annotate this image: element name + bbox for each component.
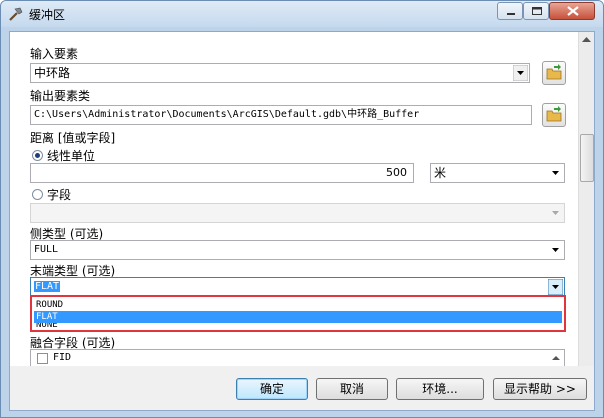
vertical-scrollbar[interactable]	[578, 32, 594, 366]
distance-unit-value: 米	[434, 166, 447, 180]
input-features-value: 中环路	[34, 66, 71, 80]
minimize-icon	[507, 13, 515, 15]
linear-distance-input[interactable]: 500	[30, 163, 414, 183]
linear-distance-value: 500	[386, 166, 407, 179]
input-features-combo[interactable]: 中环路	[30, 63, 530, 83]
chevron-up-icon[interactable]	[550, 352, 562, 364]
linear-unit-label: 线性单位	[47, 149, 96, 163]
end-type-dropdown-list: ROUND FLAT NONE	[30, 295, 566, 332]
folder-icon	[546, 106, 562, 122]
maximize-button[interactable]	[523, 2, 549, 20]
browse-input-button[interactable]	[542, 61, 566, 85]
scroll-thumb[interactable]	[580, 134, 594, 182]
distance-field-combo[interactable]	[30, 203, 565, 223]
browse-output-button[interactable]	[542, 103, 566, 127]
maximize-icon	[532, 7, 542, 15]
buffer-dialog-window: 缓冲区 输入要素 中环路 输出要素类 C:\Users\Administrato…	[0, 0, 604, 418]
distance-label: 距离 [值或字段]	[30, 131, 116, 145]
fid-checkbox[interactable]	[37, 353, 48, 364]
field-label: 字段	[47, 188, 72, 202]
output-feature-class-label: 输出要素类	[30, 89, 91, 103]
close-button[interactable]	[549, 2, 595, 20]
close-icon	[567, 6, 579, 16]
parameters-panel: 输入要素 中环路 输出要素类 C:\Users\Administrator\Do…	[10, 32, 578, 366]
field-radio[interactable]	[32, 189, 43, 200]
chevron-down-icon[interactable]	[513, 65, 528, 81]
output-feature-class-value: C:\Users\Administrator\Documents\ArcGIS\…	[34, 109, 420, 120]
window-title: 缓冲区	[29, 8, 66, 22]
linear-unit-radio[interactable]	[32, 150, 43, 161]
dissolve-field-item: FID	[53, 352, 72, 363]
folder-icon	[546, 64, 562, 80]
ok-button[interactable]: 确定	[236, 378, 308, 400]
end-type-option-round[interactable]: ROUND	[34, 299, 562, 311]
input-features-label: 输入要素	[30, 47, 79, 61]
minimize-button[interactable]	[497, 2, 523, 20]
end-type-option-flat[interactable]: FLAT	[34, 311, 562, 323]
scroll-up-icon[interactable]	[581, 35, 592, 43]
show-help-button[interactable]: 显示帮助 >>	[493, 378, 587, 400]
dissolve-field-list: FID	[30, 349, 565, 366]
cancel-button[interactable]: 取消	[316, 378, 388, 400]
title-bar[interactable]: 缓冲区	[1, 1, 603, 27]
hammer-icon	[9, 7, 23, 21]
chevron-down-icon[interactable]	[548, 242, 563, 258]
output-feature-class-input[interactable]: C:\Users\Administrator\Documents\ArcGIS\…	[30, 105, 532, 125]
dialog-client-area: 输入要素 中环路 输出要素类 C:\Users\Administrator\Do…	[9, 31, 595, 411]
environments-button[interactable]: 环境...	[396, 378, 484, 400]
chevron-down-icon[interactable]	[548, 165, 563, 181]
side-type-select[interactable]: FULL	[30, 240, 565, 260]
end-type-option-none[interactable]: NONE	[34, 323, 562, 330]
chevron-down-icon[interactable]	[548, 279, 563, 295]
side-type-value: FULL	[34, 244, 59, 255]
chevron-down-icon[interactable]	[548, 205, 563, 221]
end-type-select[interactable]: FLAT	[30, 277, 565, 297]
end-type-value: FLAT	[34, 281, 61, 292]
distance-unit-select[interactable]: 米	[430, 163, 565, 183]
